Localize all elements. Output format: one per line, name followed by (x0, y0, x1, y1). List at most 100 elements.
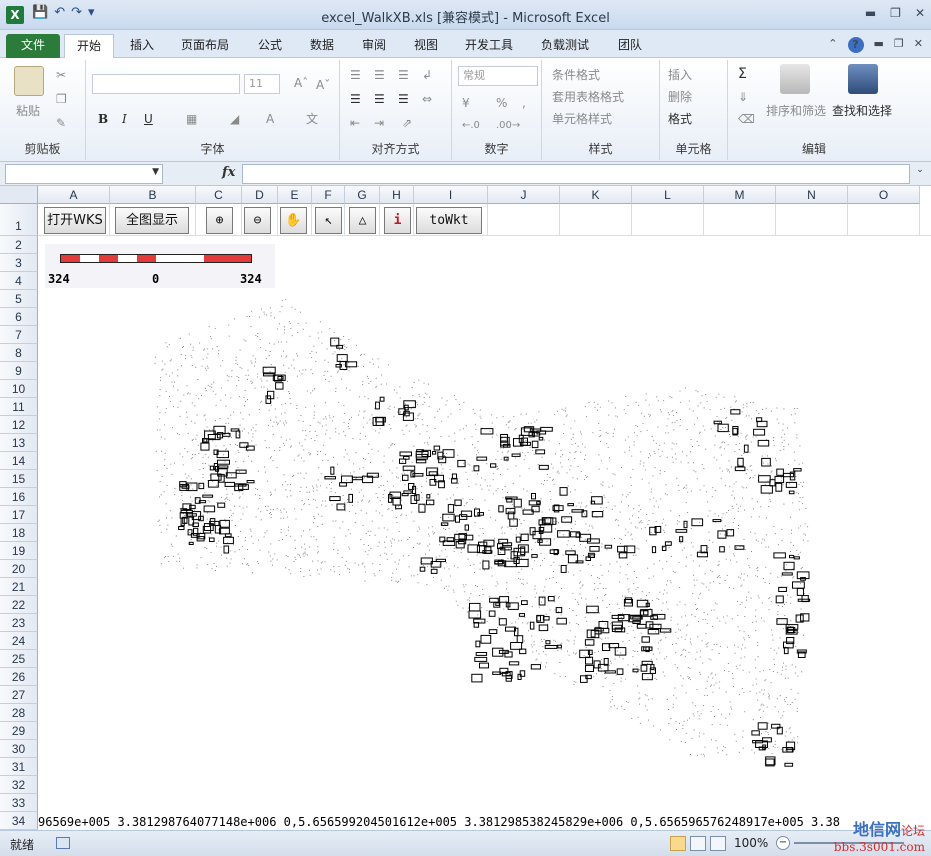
column-header[interactable]: I (414, 186, 488, 204)
row-header[interactable]: 22 (0, 596, 38, 614)
doc-minimize-icon[interactable]: ▬ (874, 37, 884, 53)
column-header[interactable]: N (776, 186, 848, 204)
name-box[interactable]: ▼ (5, 164, 163, 184)
delete-cells-button[interactable]: 删除 (668, 88, 692, 105)
autosum-button[interactable]: Σ (738, 66, 747, 82)
row-header[interactable]: 32 (0, 776, 38, 794)
tab-formulas[interactable]: 公式 (246, 34, 294, 58)
normal-view-icon[interactable] (670, 836, 686, 851)
sort-filter-icon[interactable] (780, 64, 810, 94)
formula-input[interactable] (242, 164, 910, 184)
row-header[interactable]: 33 (0, 794, 38, 812)
name-box-dropdown-icon[interactable]: ▼ (152, 167, 159, 177)
row-header[interactable]: 11 (0, 398, 38, 416)
row-header[interactable]: 19 (0, 542, 38, 560)
binoculars-icon[interactable] (848, 64, 878, 94)
column-header[interactable]: A (38, 186, 110, 204)
bold-button[interactable]: B (98, 112, 108, 126)
grow-font-icon[interactable]: Aˆ (294, 76, 308, 90)
shrink-font-icon[interactable]: Aˇ (316, 78, 330, 92)
row-header[interactable]: 17 (0, 506, 38, 524)
select-arrow-icon[interactable]: ↖ (315, 207, 342, 234)
wrap-text-icon[interactable]: ↲ (422, 68, 432, 82)
zoom-in-icon[interactable]: ⊕ (206, 207, 233, 234)
format-cells-button[interactable]: 格式 (668, 110, 692, 127)
row-header[interactable]: 8 (0, 344, 38, 362)
row-header[interactable]: 3 (0, 254, 38, 272)
zoom-out-icon[interactable]: ⊖ (244, 207, 271, 234)
tab-view[interactable]: 视图 (402, 34, 450, 58)
minimize-icon[interactable]: ▬ (865, 6, 876, 20)
paste-button[interactable]: 粘贴 (16, 102, 40, 119)
row-header[interactable]: 25 (0, 650, 38, 668)
column-header[interactable]: B (110, 186, 196, 204)
pan-hand-icon[interactable]: ✋ (280, 207, 307, 234)
row-header[interactable]: 14 (0, 452, 38, 470)
tab-team[interactable]: 团队 (606, 34, 654, 58)
fill-color-icon[interactable]: ◢ (230, 112, 239, 126)
column-header[interactable]: L (632, 186, 704, 204)
column-header[interactable]: H (380, 186, 414, 204)
merge-center-icon[interactable]: ⇔ (422, 92, 432, 106)
info-icon[interactable]: i (384, 207, 411, 234)
row-header[interactable]: 24 (0, 632, 38, 650)
copy-icon[interactable]: ❐ (56, 92, 67, 106)
underline-button[interactable]: U (144, 112, 153, 126)
align-center-icon[interactable]: ☰ (374, 92, 385, 106)
font-color-icon[interactable]: A (266, 112, 274, 126)
select-area-icon[interactable]: △ (349, 207, 376, 234)
row-header[interactable]: 31 (0, 758, 38, 776)
sort-filter-button[interactable]: 排序和筛选 (766, 102, 826, 119)
align-right-icon[interactable]: ☰ (398, 92, 409, 106)
tab-insert[interactable]: 插入 (118, 34, 166, 58)
help-icon[interactable]: ? (847, 37, 864, 53)
conditional-format-button[interactable]: 条件格式 (552, 66, 600, 83)
map-canvas[interactable] (38, 236, 931, 814)
towkt-button[interactable]: toWkt (416, 207, 482, 234)
align-bottom-icon[interactable]: ☰ (398, 68, 409, 82)
decrease-decimal-icon[interactable]: .00→ (496, 120, 520, 131)
column-header[interactable]: E (278, 186, 312, 204)
row-header[interactable]: 27 (0, 686, 38, 704)
row-header[interactable]: 5 (0, 290, 38, 308)
comma-button[interactable]: , (522, 96, 526, 110)
italic-button[interactable]: I (122, 112, 127, 126)
expand-formula-icon[interactable]: ⌄ (913, 165, 927, 183)
row-header[interactable]: 13 (0, 434, 38, 452)
row-header[interactable]: 10 (0, 380, 38, 398)
page-layout-view-icon[interactable] (690, 836, 706, 851)
row-header[interactable]: 2 (0, 236, 38, 254)
insert-cells-button[interactable]: 插入 (668, 66, 692, 83)
row-header[interactable]: 15 (0, 470, 38, 488)
tab-developer[interactable]: 开发工具 (456, 34, 522, 58)
align-middle-icon[interactable]: ☰ (374, 68, 385, 82)
tab-data[interactable]: 数据 (298, 34, 346, 58)
border-icon[interactable]: ▦ (186, 112, 197, 126)
tab-file[interactable]: 文件 (6, 34, 60, 58)
increase-indent-icon[interactable]: ⇥ (374, 116, 384, 130)
row-header[interactable]: 1 (0, 204, 38, 236)
row-header[interactable]: 7 (0, 326, 38, 344)
column-header[interactable]: C (196, 186, 242, 204)
row-header[interactable]: 6 (0, 308, 38, 326)
open-wks-button[interactable]: 打开WKS (44, 207, 106, 234)
row-header[interactable]: 30 (0, 740, 38, 758)
cut-icon[interactable]: ✂ (56, 68, 66, 82)
close-icon[interactable]: ✕ (915, 6, 925, 20)
worksheet-grid[interactable]: ABCDEFGHIJKLMNO 1 2 3 4 5 6 7 8 9 10 11 12 13 14 15 16 1… (0, 186, 931, 830)
align-left-icon[interactable]: ☰ (350, 92, 361, 106)
format-painter-icon[interactable]: ✎ (56, 116, 66, 130)
zoom-out-status-icon[interactable]: − (776, 836, 790, 850)
row-header[interactable]: 34 (0, 812, 38, 830)
currency-icon[interactable]: ¥ (462, 96, 470, 110)
font-size-select[interactable]: 11 (244, 74, 280, 94)
row-header[interactable]: 23 (0, 614, 38, 632)
tab-load-test[interactable]: 负载测试 (530, 34, 600, 58)
column-header[interactable]: O (848, 186, 920, 204)
orientation-icon[interactable]: ⇗ (402, 116, 412, 130)
select-all-corner[interactable] (0, 186, 38, 204)
column-header[interactable]: D (242, 186, 278, 204)
column-header[interactable]: G (345, 186, 380, 204)
row-header[interactable]: 12 (0, 416, 38, 434)
collapse-ribbon-icon[interactable]: ⌃ (828, 37, 837, 53)
